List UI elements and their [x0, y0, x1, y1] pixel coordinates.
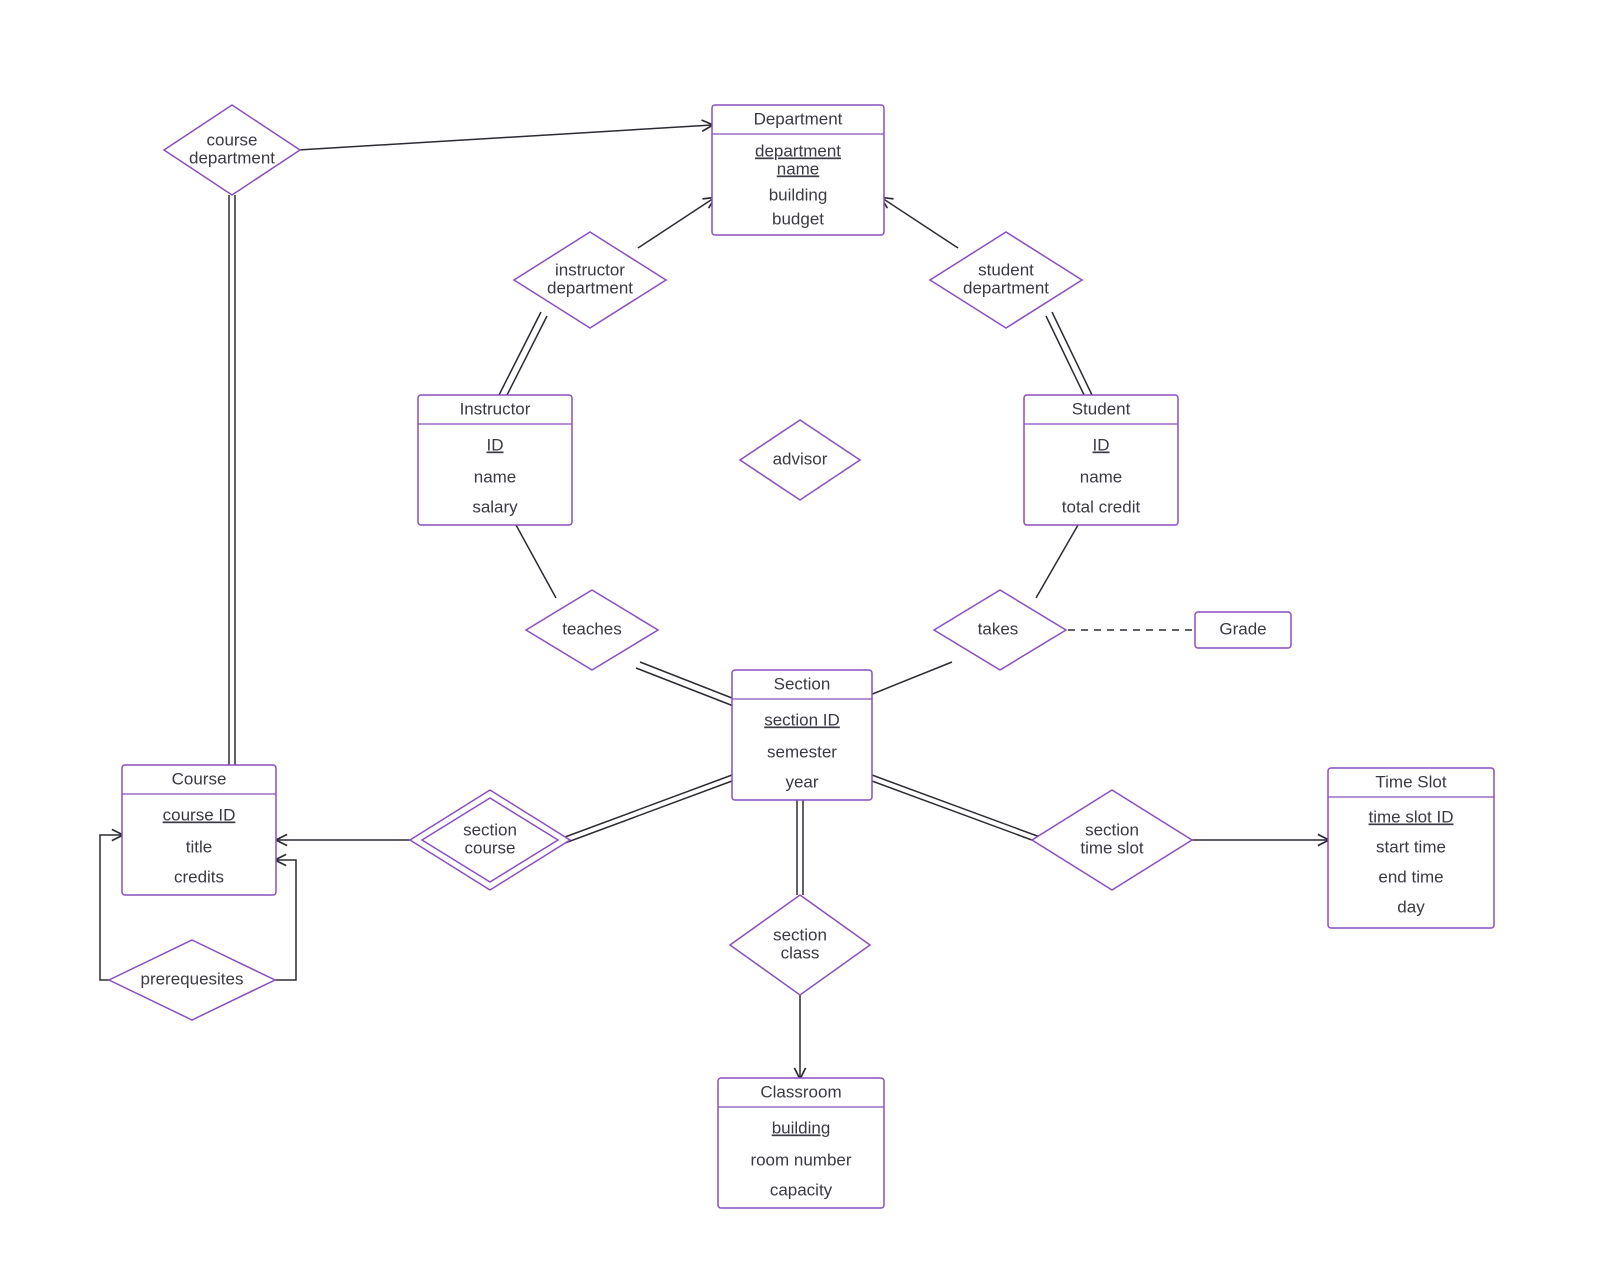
edge-takes-to-section [870, 662, 952, 695]
rel-section-course-l1: section [463, 820, 517, 839]
rel-section-course-l2: course [464, 838, 515, 857]
entity-student: Student ID name total credit [1024, 395, 1178, 525]
rel-instructor-department-l2: department [547, 278, 633, 297]
edge-sec-ts-to-section-a [872, 775, 1040, 837]
rel-takes-label: takes [978, 619, 1019, 638]
entity-department-title: Department [754, 109, 843, 128]
rel-course-department-l2: department [189, 148, 275, 167]
entity-timeslot-attr-0: start time [1376, 837, 1446, 856]
entity-student-attr-0: name [1080, 467, 1123, 486]
rel-advisor-label: advisor [773, 449, 828, 468]
edge-sec-course-to-section-b [565, 781, 732, 843]
entity-course-title: Course [172, 769, 227, 788]
rel-section-class: section class [730, 895, 870, 995]
entity-timeslot-pk: time slot ID [1368, 807, 1453, 826]
entity-timeslot-attr-1: end time [1378, 867, 1443, 886]
rel-teaches: teaches [526, 590, 658, 670]
edge-sec-ts-to-section-b [872, 781, 1040, 843]
entity-section: Section section ID semester year [732, 670, 872, 800]
edge-takes-to-student [1036, 525, 1078, 598]
rel-instructor-department-l1: instructor [555, 260, 625, 279]
entity-course-pk: course ID [163, 805, 236, 824]
entity-student-attr-1: total credit [1062, 497, 1141, 516]
rel-student-department-l2: department [963, 278, 1049, 297]
rel-instructor-department: instructor department [514, 232, 666, 328]
entity-grade: Grade [1195, 612, 1291, 648]
edge-prereq-left [100, 835, 122, 980]
rel-prerequisites-label: prerequesites [140, 969, 243, 988]
entity-section-attr-0: semester [767, 742, 837, 761]
entity-classroom-pk: building [772, 1118, 831, 1137]
edge-instr-dept-to-department [638, 198, 714, 248]
edge-stud-dept-to-student-b [1046, 316, 1086, 399]
rel-section-timeslot-l1: section [1085, 820, 1139, 839]
rel-section-class-l2: class [781, 943, 820, 962]
edge-teaches-to-instructor [516, 525, 556, 598]
edge-course-dept-to-department [298, 125, 712, 150]
rel-student-department: student department [930, 232, 1082, 328]
entity-timeslot-title: Time Slot [1375, 772, 1446, 791]
rel-student-department-l1: student [978, 260, 1034, 279]
entity-course-attr-0: title [186, 837, 212, 856]
entity-department-pk-1: department [755, 141, 841, 160]
rel-section-class-l1: section [773, 925, 827, 944]
entity-student-pk: ID [1093, 435, 1110, 454]
entity-instructor-attr-0: name [474, 467, 517, 486]
entity-instructor-pk: ID [487, 435, 504, 454]
entity-department-attr-1: budget [772, 209, 824, 228]
rel-takes: takes [934, 590, 1066, 670]
rel-prerequisites: prerequesites [109, 940, 275, 1020]
rel-section-timeslot: section time slot [1032, 790, 1192, 890]
entity-timeslot: Time Slot time slot ID start time end ti… [1328, 768, 1494, 928]
entity-instructor: Instructor ID name salary [418, 395, 572, 525]
rel-course-department-l1: course [206, 130, 257, 149]
edge-teaches-to-section-b [636, 668, 736, 707]
entity-course: Course course ID title credits [122, 765, 276, 895]
edge-stud-dept-to-student-a [1052, 312, 1092, 395]
edge-instr-dept-to-instructor-a [499, 312, 541, 395]
edge-sec-course-to-section-a [565, 775, 732, 837]
edge-instr-dept-to-instructor-b [505, 316, 547, 399]
edge-stud-dept-to-department [882, 198, 958, 248]
entity-classroom-attr-0: room number [750, 1150, 851, 1169]
entity-department-attr-0: building [769, 185, 828, 204]
edge-teaches-to-section-a [640, 662, 737, 700]
entity-department: Department department name building budg… [712, 105, 884, 235]
entity-classroom-title: Classroom [760, 1082, 841, 1101]
entity-student-title: Student [1072, 399, 1131, 418]
entity-instructor-title: Instructor [460, 399, 531, 418]
entity-department-pk-2: name [777, 159, 820, 178]
rel-course-department: course department [164, 105, 300, 195]
rel-section-course: section course [410, 790, 570, 890]
rel-section-timeslot-l2: time slot [1080, 838, 1144, 857]
entity-timeslot-attr-2: day [1397, 897, 1425, 916]
entity-section-pk: section ID [764, 710, 840, 729]
entity-classroom-attr-1: capacity [770, 1180, 833, 1199]
rel-advisor: advisor [740, 420, 860, 500]
entity-section-attr-1: year [785, 772, 818, 791]
entity-grade-label: Grade [1219, 619, 1266, 638]
entity-course-attr-1: credits [174, 867, 224, 886]
entity-instructor-attr-1: salary [472, 497, 518, 516]
rel-teaches-label: teaches [562, 619, 622, 638]
entity-classroom: Classroom building room number capacity [718, 1078, 884, 1208]
entity-section-title: Section [774, 674, 831, 693]
